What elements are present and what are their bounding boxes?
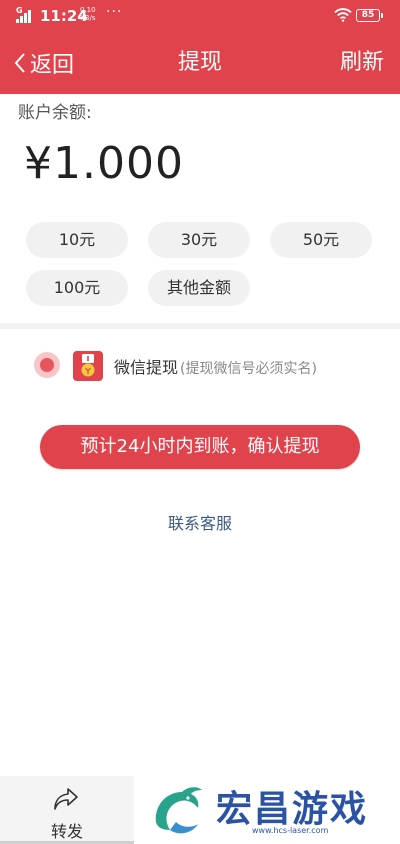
wifi-icon [334,8,352,22]
confirm-withdraw-button[interactable]: 预计24小时内到账，确认提现 [40,425,360,469]
amount-option-10[interactable]: 10元 [26,222,128,258]
wechat-withdraw-option[interactable]: 微信提现 (提现微信号必须实名) [114,354,317,378]
dragon-logo-icon [155,787,202,834]
network-speed-unit: KB/s [80,14,96,22]
balance-label: 账户余额: [18,103,92,123]
amount-option-other[interactable]: 其他金额 [148,270,250,306]
signal-icon: G [16,6,36,23]
balance-amount: ¥1.000 [24,138,184,189]
watermark-url: www.hcs-laser.com [252,826,329,835]
title-bar: 返回 提现 刷新 [0,32,400,94]
method-note: (提现微信号必须实名) [180,361,317,377]
share-label: 转发 [50,822,83,841]
refresh-button[interactable]: 刷新 [340,46,384,80]
wechat-radio[interactable] [34,352,60,378]
amount-option-100[interactable]: 100元 [26,270,128,306]
network-speed-value: 0.10 [80,6,96,14]
share-icon [54,788,78,810]
network-type: G [16,6,23,15]
method-name: 微信提现 [114,358,179,377]
amount-option-30[interactable]: 30元 [148,222,250,258]
watermark: 宏昌游戏网 www.hcs-laser.com [134,776,400,844]
status-bar: G 11:24 0.10 KB/s ··· 85 [0,0,400,32]
battery-icon: 85 [356,9,383,22]
share-button[interactable]: 转发 [0,776,134,844]
network-speed: 0.10 KB/s [80,6,96,22]
more-notifications-icon: ··· [106,4,123,20]
wechat-withdraw-icon [73,351,103,381]
section-divider [0,323,400,329]
amount-option-50[interactable]: 50元 [270,222,372,258]
contact-support-link[interactable]: 联系客服 [0,510,400,534]
